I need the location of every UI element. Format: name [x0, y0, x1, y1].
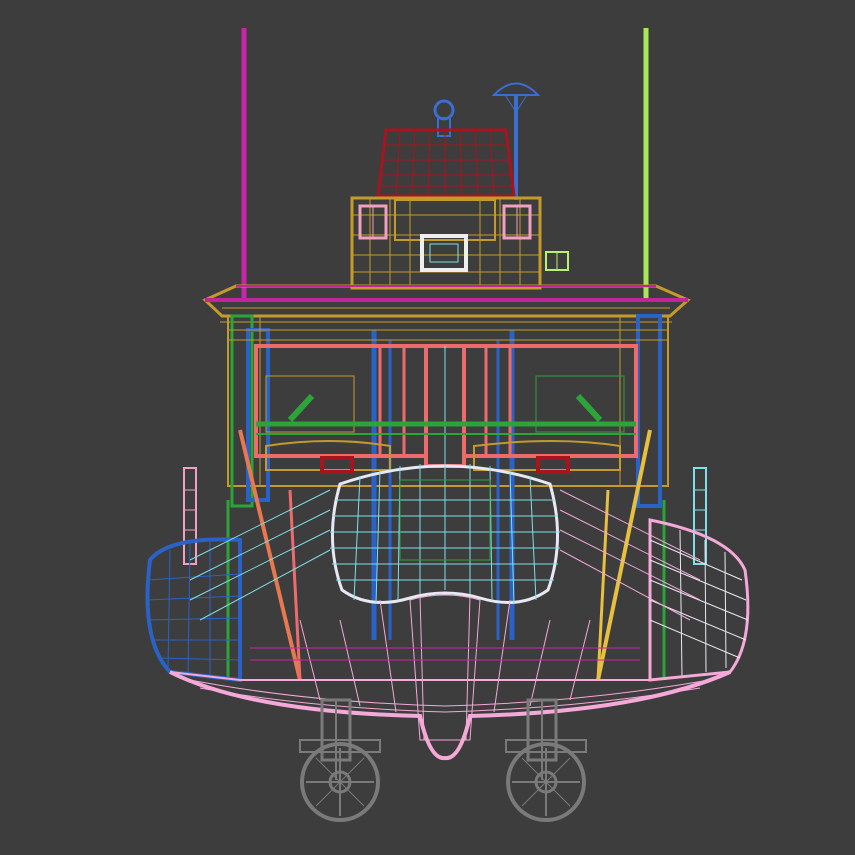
hull: [169, 594, 731, 761]
boat-wireframe: [145, 28, 750, 822]
propeller-icon: [299, 698, 381, 822]
starboard-lamp: [693, 467, 707, 565]
bow-fender: [330, 462, 560, 605]
starboard-rail: [559, 489, 701, 621]
radar-icon: [376, 128, 516, 198]
left-spotlight: [358, 204, 388, 240]
right-spotlight: [502, 204, 532, 240]
center-door: [424, 344, 466, 468]
port-sponson-tube: [145, 537, 242, 683]
antenna-icon: [491, 82, 541, 200]
propeller-icon: [505, 698, 587, 822]
windshield-right: [462, 344, 638, 458]
upper-helm: [350, 196, 542, 290]
3d-viewport[interactable]: [0, 0, 855, 855]
windshield-left: [254, 344, 428, 458]
side-sensor: [545, 251, 569, 271]
helm-display: [420, 234, 468, 272]
